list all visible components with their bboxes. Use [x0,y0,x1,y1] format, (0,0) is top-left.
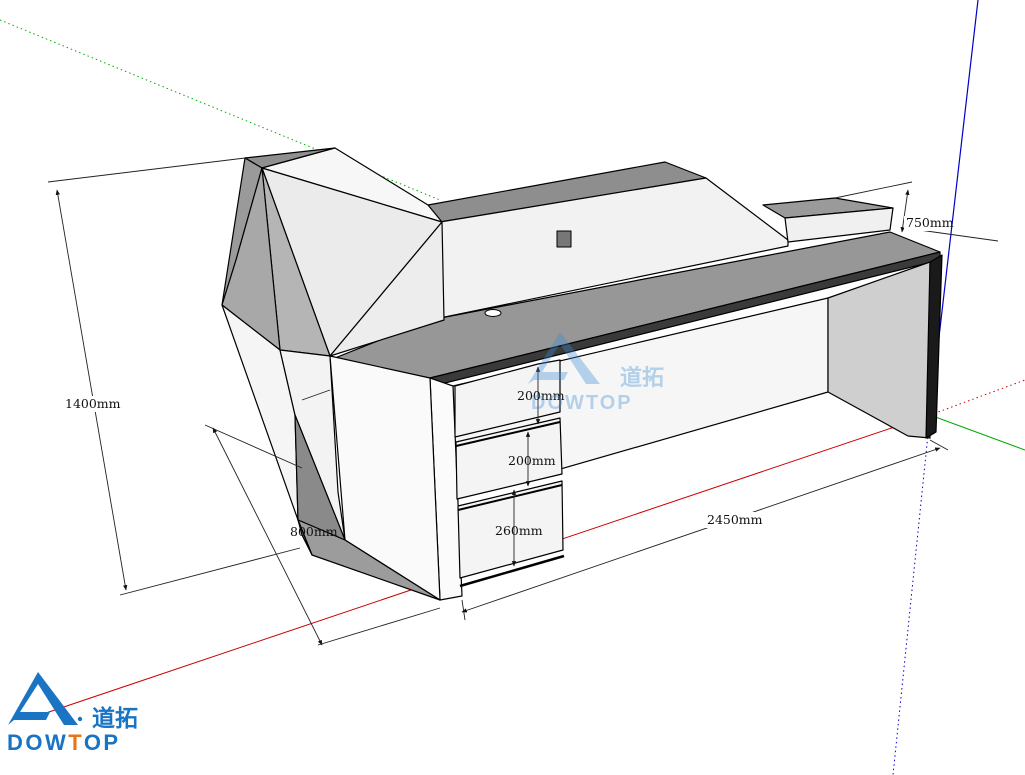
red-axis-dotted [929,379,1025,416]
dim-label-drawer-3: 260mm [495,523,543,538]
brand-name-en: DOWTOP [7,730,121,755]
grommet-hole [484,309,502,317]
brand-name-en-prefix: DOW [7,730,68,755]
dim-label-width-total: 2450mm [707,512,763,527]
green-axis [929,414,1025,451]
right-leg-inner [827,261,931,439]
brand-name-en-suffix: OP [84,730,121,755]
watermark-name-cn: 道拓 [620,365,664,391]
sketchup-viewport[interactable]: 1400mm 750mm 2450mm 200mm 200mm 260mm 80… [0,0,1025,775]
dim-label-riser-depth: 750mm [906,215,954,230]
cable-port [556,230,572,248]
dim-label-depth: 800mm [290,524,338,539]
brand-logo-icon [8,672,78,725]
brand-logo: 道拓 DOWTOP [7,672,138,755]
dim-label-drawer-2: 200mm [508,453,556,468]
watermark-name-en: DOWTOP [531,392,633,414]
blue-axis-dotted [892,414,931,775]
dim-label-height-total: 1400mm [65,396,121,411]
brand-name-en-t: T [68,730,84,755]
brand-name-cn: 道拓 [92,705,138,732]
